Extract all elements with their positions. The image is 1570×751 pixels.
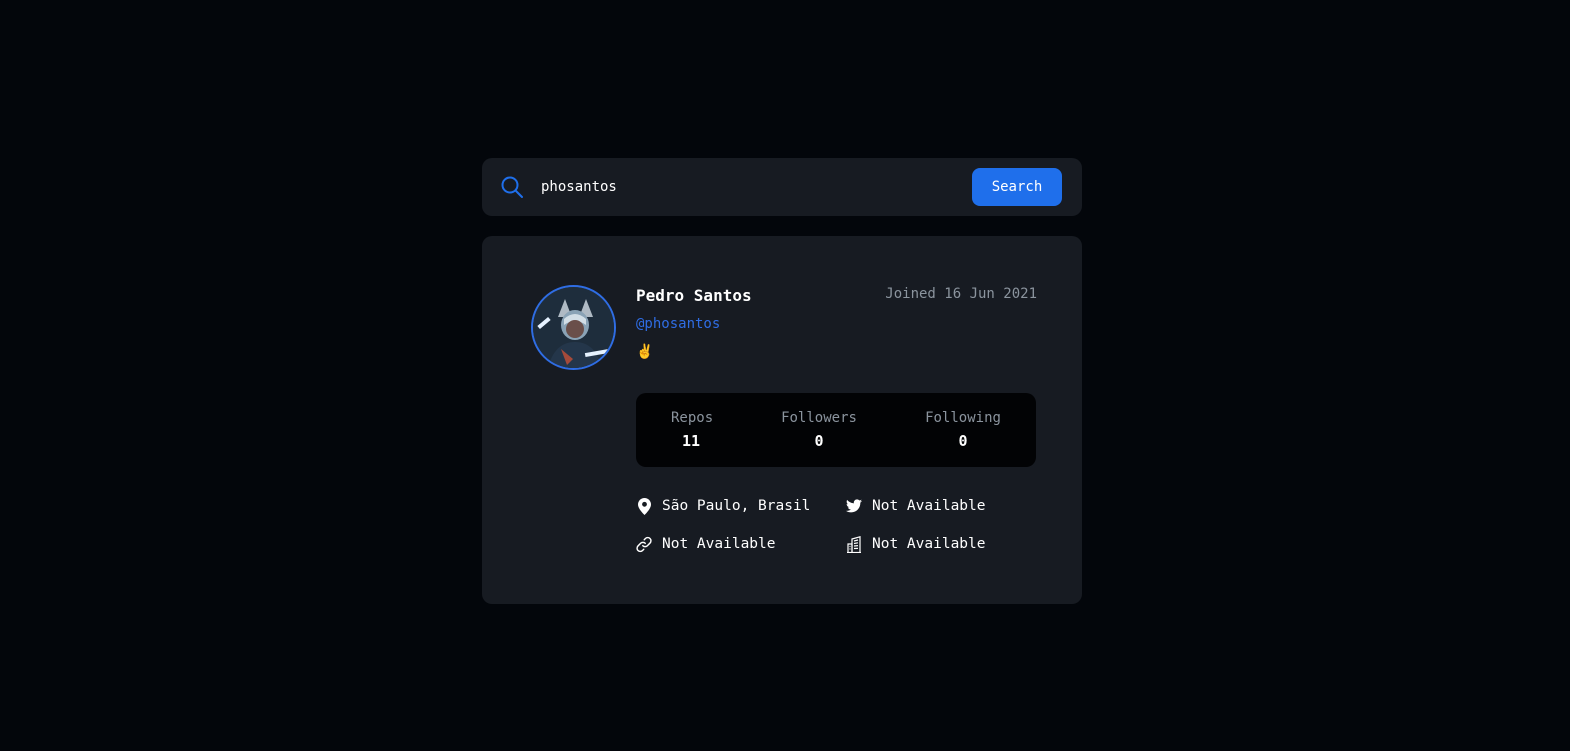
location-item: São Paulo, Brasil: [636, 497, 810, 515]
profile-name: Pedro Santos: [636, 286, 752, 305]
link-icon: [636, 535, 652, 553]
joined-date: Joined 16 Jun 2021: [885, 286, 1037, 302]
stat-label: Following: [925, 410, 1001, 426]
stat-followers: Followers 0: [781, 410, 857, 450]
location-pin-icon: [636, 497, 652, 515]
stat-value: 0: [958, 432, 968, 450]
search-icon: [500, 175, 524, 199]
profile-card: Pedro Santos Joined 16 Jun 2021 @phosant…: [482, 236, 1082, 604]
twitter-text: Not Available: [872, 498, 986, 514]
search-bar: Search: [482, 158, 1082, 216]
stat-label: Repos: [671, 410, 714, 426]
avatar: [531, 285, 616, 370]
twitter-icon: [846, 497, 862, 515]
stat-value: 11: [681, 432, 701, 450]
company-text: Not Available: [872, 536, 986, 552]
website-link[interactable]: Not Available: [662, 536, 776, 552]
stat-repos: Repos 11: [671, 410, 714, 450]
search-input[interactable]: [541, 167, 972, 207]
search-button[interactable]: Search: [972, 168, 1062, 206]
website-item: Not Available: [636, 535, 776, 553]
location-text: São Paulo, Brasil: [662, 498, 811, 514]
stat-label: Followers: [781, 410, 857, 426]
profile-bio: ✌️: [636, 344, 654, 360]
company-item: Not Available: [846, 535, 986, 553]
building-icon: [846, 535, 862, 553]
stat-value: 0: [814, 432, 824, 450]
app-container: Search Pedro Santos Joined 16 Jun 2021 @…: [482, 158, 1082, 604]
profile-login-link[interactable]: @phosantos: [636, 316, 720, 332]
stat-following: Following 0: [925, 410, 1001, 450]
twitter-item: Not Available: [846, 497, 986, 515]
stats-panel: Repos 11 Followers 0 Following 0: [636, 393, 1036, 467]
